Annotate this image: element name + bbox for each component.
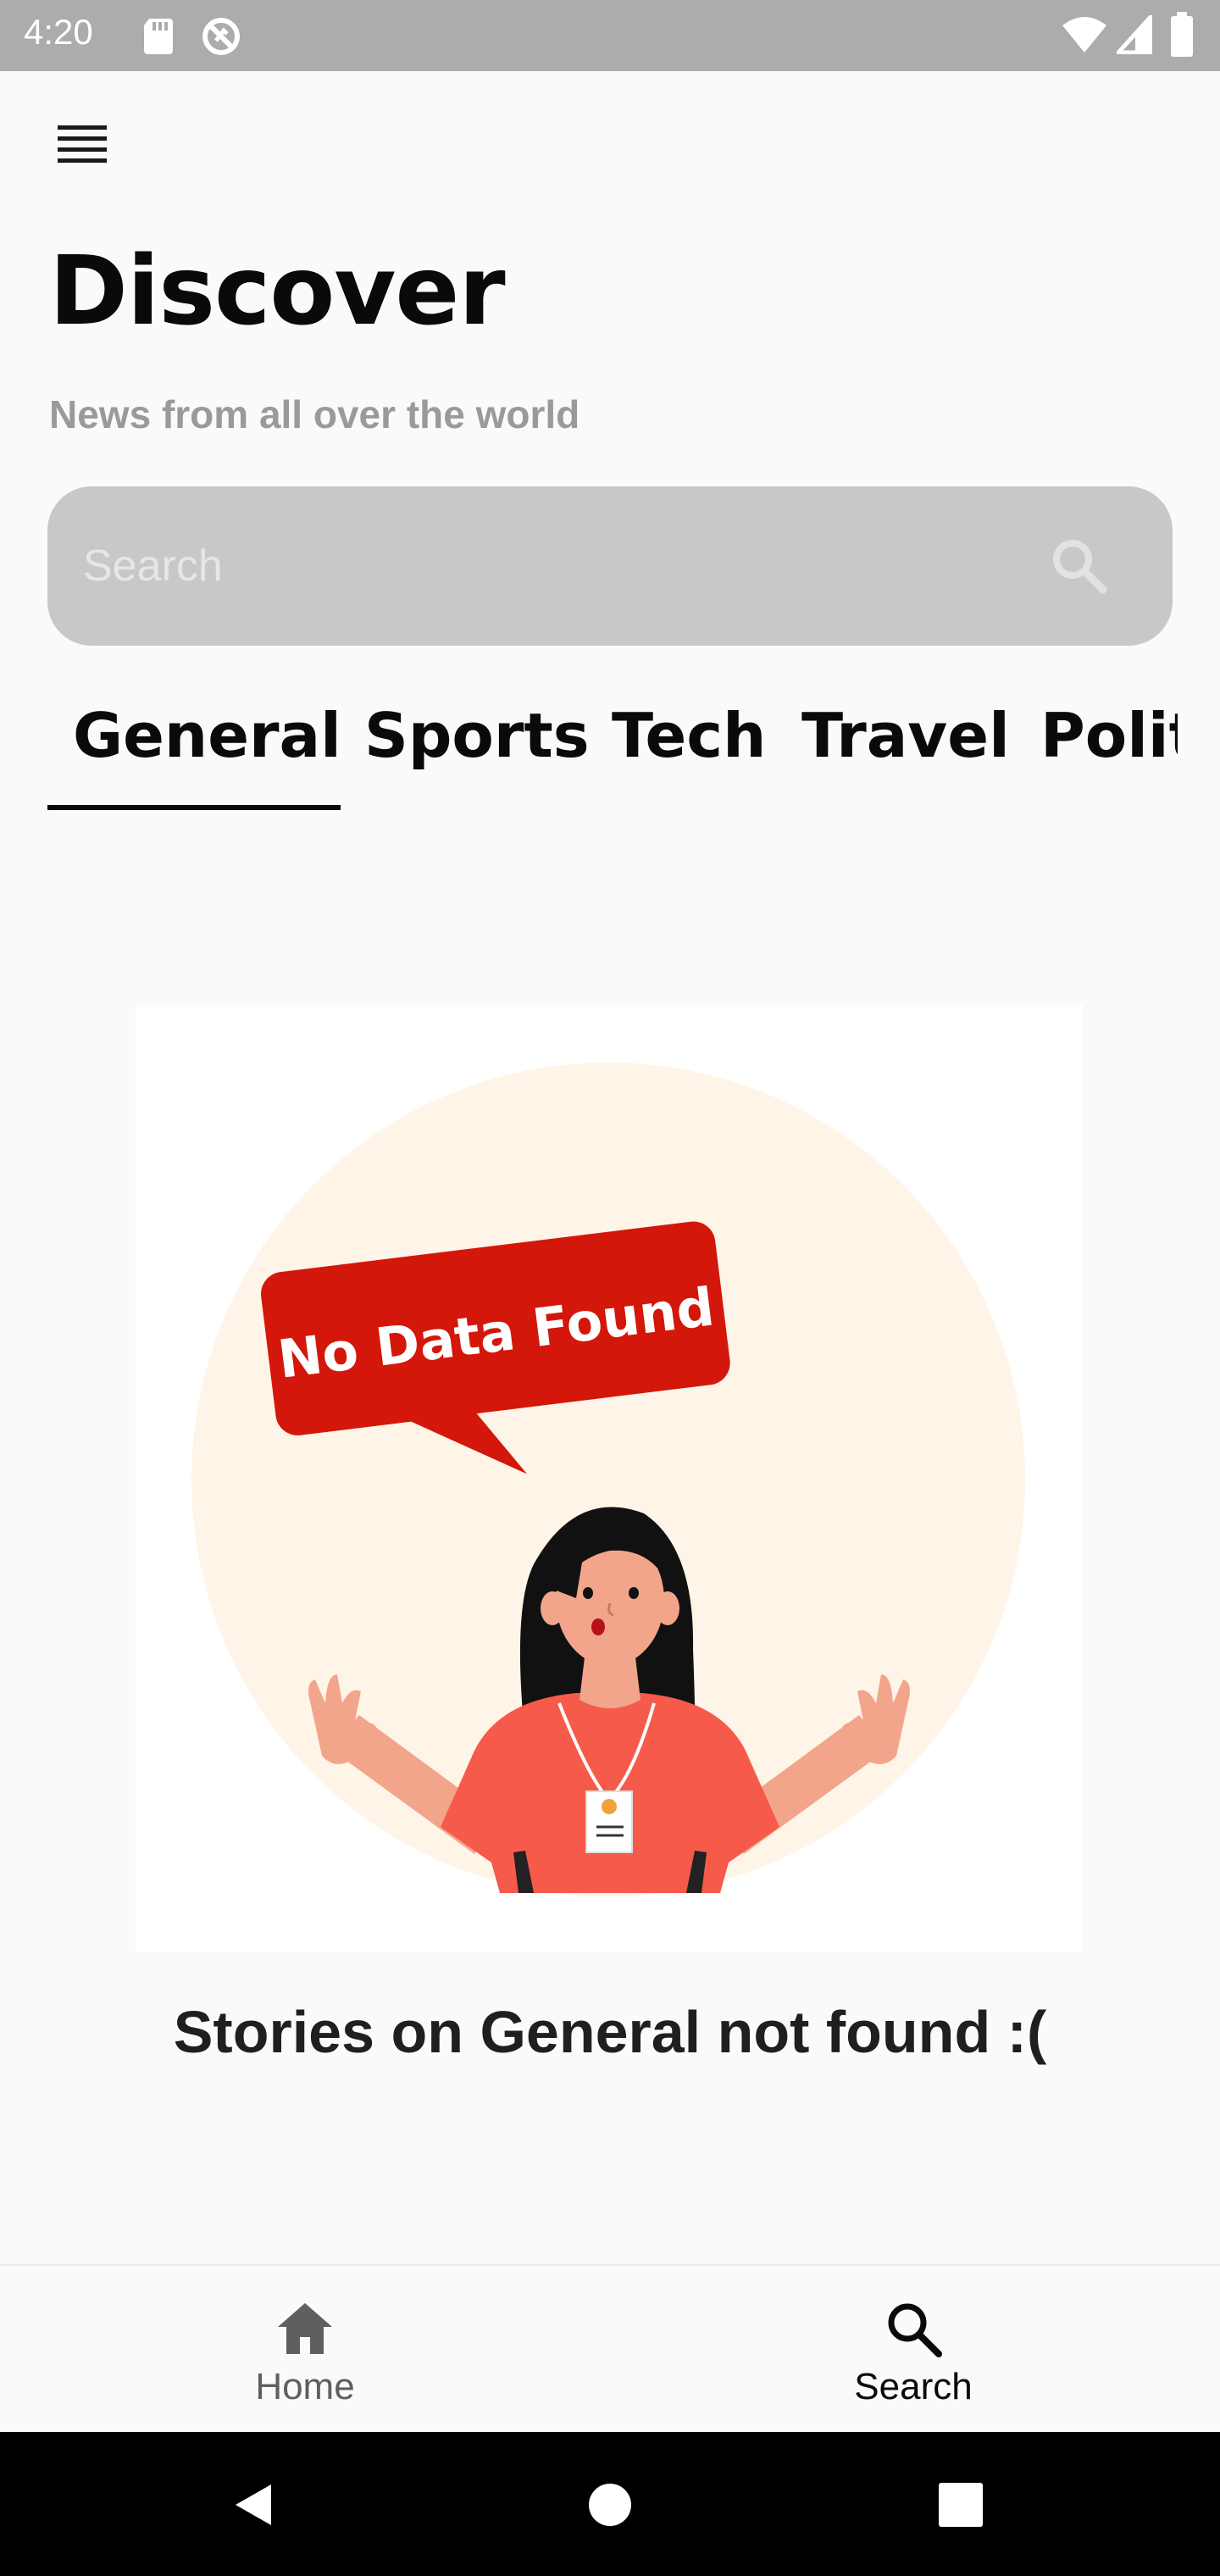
sd-card-icon — [144, 19, 173, 54]
page-title: Discover — [49, 236, 506, 347]
nav-home[interactable]: Home — [178, 2266, 432, 2434]
nav-search[interactable]: Search — [786, 2266, 1040, 2434]
tab-politics[interactable]: Polit — [1040, 695, 1178, 822]
empty-state-message: Stories on General not found :( — [173, 1999, 1047, 2065]
home-circle-icon[interactable] — [585, 2479, 635, 2530]
nav-home-label: Home — [255, 2366, 355, 2407]
search-icon — [888, 2303, 942, 2357]
recents-icon[interactable] — [937, 2481, 984, 2529]
status-time: 4:20 — [24, 12, 93, 52]
bottom-navigation: Home Search — [0, 2264, 1220, 2432]
battery-icon — [1171, 12, 1193, 57]
hamburger-menu-icon[interactable] — [56, 122, 110, 169]
system-navigation-bar — [0, 2432, 1220, 2576]
tab-general[interactable]: General — [73, 695, 341, 822]
tab-sports[interactable]: Sports — [364, 695, 590, 822]
empty-state-card: No Data Found — [136, 1005, 1083, 1952]
no-data-illustration: No Data Found — [136, 1063, 1083, 1952]
category-tabs: General Sports Tech Travel Polit — [0, 695, 1178, 822]
page-subtitle: News from all over the world — [49, 392, 580, 436]
nav-search-label: Search — [854, 2366, 973, 2407]
home-icon — [278, 2303, 332, 2354]
search-icon[interactable] — [1047, 534, 1112, 598]
do-not-disturb-icon — [202, 18, 240, 55]
back-icon[interactable] — [229, 2479, 280, 2530]
tab-tech[interactable]: Tech — [612, 695, 766, 822]
status-bar: 4:20 — [0, 0, 1220, 71]
wifi-icon — [1062, 17, 1106, 53]
search-box[interactable] — [47, 486, 1173, 646]
cell-signal-icon — [1117, 15, 1152, 54]
tab-travel[interactable]: Travel — [801, 695, 1010, 822]
search-input[interactable] — [83, 486, 1015, 646]
tab-indicator — [47, 805, 341, 810]
